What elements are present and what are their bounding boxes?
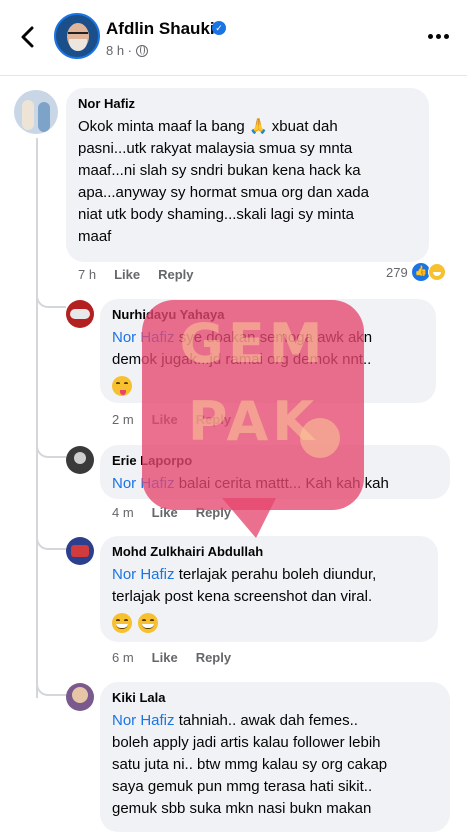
reply-time: 4 m (112, 505, 134, 520)
reply-author[interactable]: Nurhidayu Yahaya (112, 307, 424, 322)
reply-text: Nor Hafiz terlajak perahu boleh diundur,… (112, 564, 426, 634)
more-icon[interactable] (428, 34, 449, 39)
like-button[interactable]: Like (152, 412, 178, 427)
globe-icon (136, 44, 149, 57)
comment-text: Okok minta maaf la bang 🙏 xbuat dah pasn… (78, 118, 369, 245)
grin-emoji-icon (112, 613, 132, 634)
verified-icon: ✓ (212, 21, 226, 35)
reply-actions: 2 m Like Reply (112, 412, 231, 427)
reply-bubble: Mohd Zulkhairi Abdullah Nor Hafiz terlaj… (100, 536, 438, 642)
reply-button[interactable]: Reply (196, 412, 231, 427)
post-time: 8 h · (106, 43, 133, 58)
mention-link[interactable]: Nor Hafiz (112, 566, 175, 583)
reply-actions: 4 m Like Reply (112, 505, 231, 520)
haha-reaction-icon (427, 263, 446, 281)
replier-avatar[interactable] (66, 683, 94, 711)
thread-branch (36, 676, 66, 696)
reply-bubble: Kiki Lala Nor Hafiz tahniah.. awak dah f… (100, 682, 450, 832)
mention-link[interactable]: Nor Hafiz (112, 329, 175, 346)
mention-link[interactable]: Nor Hafiz (112, 712, 175, 729)
mention-link[interactable]: Nor Hafiz (112, 475, 175, 492)
reply-button[interactable]: Reply (196, 650, 231, 665)
post-header: Afdlin Shauki ✓ 8 h · (0, 0, 467, 76)
like-button[interactable]: Like (152, 505, 178, 520)
back-arrow-icon[interactable] (14, 22, 40, 52)
comment-bubble: Nor Hafiz Okok minta maaf la bang 🙏 xbua… (66, 88, 429, 262)
reply-time: 2 m (112, 412, 134, 427)
like-button[interactable]: Like (114, 267, 140, 282)
replier-avatar[interactable] (66, 446, 94, 474)
replier-avatar[interactable] (66, 537, 94, 565)
reply-button[interactable]: Reply (196, 505, 231, 520)
reply-text: Nor Hafiz balai cerita mattt... Kah kah … (112, 475, 389, 492)
grin-emoji-icon (138, 613, 159, 634)
reply-actions: 6 m Like Reply (112, 650, 231, 665)
comment-author[interactable]: Nor Hafiz (78, 96, 417, 111)
reply-text: Nor Hafiz tahniah.. awak dah femes.. bol… (112, 712, 388, 817)
tongue-emoji-icon (112, 376, 132, 397)
comment-time: 7 h (78, 267, 97, 282)
like-button[interactable]: Like (152, 650, 178, 665)
reply-time: 6 m (112, 650, 134, 665)
praying-hands-icon: 🙏 (248, 118, 268, 135)
comment-actions: 7 h Like Reply (78, 267, 194, 282)
thread-branch (36, 438, 66, 458)
reply-author[interactable]: Mohd Zulkhairi Abdullah (112, 544, 426, 559)
reply-text: Nor Hafiz sye doakan semoga awk akn demo… (112, 327, 424, 397)
thread-line (36, 138, 38, 698)
commenter-avatar[interactable] (14, 90, 58, 134)
author-avatar[interactable] (54, 13, 100, 59)
reaction-summary[interactable]: 279 👍 (386, 263, 446, 281)
thread-branch (36, 288, 66, 308)
reply-bubble: Nurhidayu Yahaya Nor Hafiz sye doakan se… (100, 299, 436, 403)
post-meta: 8 h · (106, 43, 149, 58)
reaction-count: 279 (386, 264, 408, 280)
reply-author[interactable]: Kiki Lala (112, 690, 438, 705)
thread-branch (36, 530, 66, 550)
reply-button[interactable]: Reply (158, 267, 193, 282)
replier-avatar[interactable] (66, 300, 94, 328)
author-name[interactable]: Afdlin Shauki (106, 19, 215, 39)
reply-author[interactable]: Erie Laporpo (112, 453, 438, 468)
reply-bubble: Erie Laporpo Nor Hafiz balai cerita matt… (100, 445, 450, 499)
